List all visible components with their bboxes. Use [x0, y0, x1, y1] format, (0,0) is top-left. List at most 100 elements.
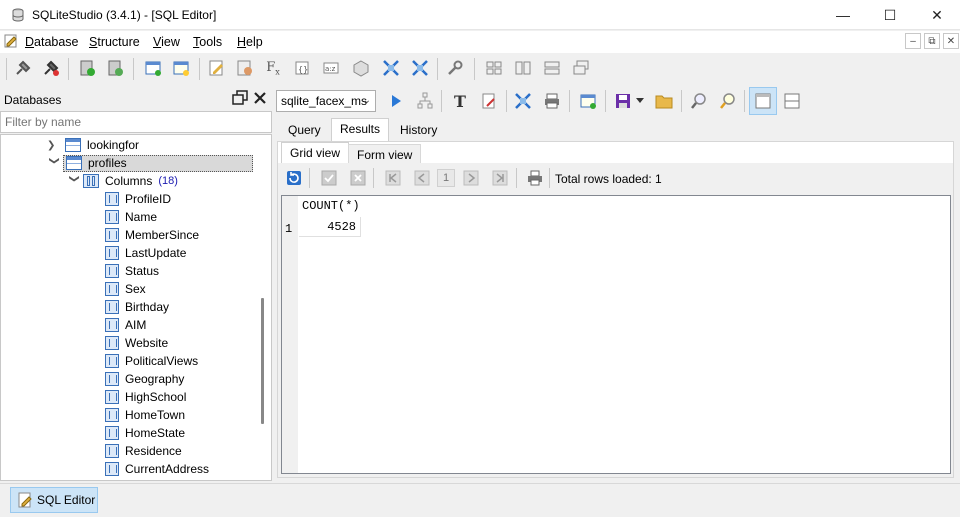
tree-item-column[interactable]: PoliticalViews [105, 352, 198, 370]
create-table-icon[interactable] [142, 57, 164, 79]
explain-query-icon[interactable] [414, 90, 436, 112]
layout-tabbed-icon[interactable] [749, 87, 777, 115]
row-number[interactable]: 1 [285, 222, 292, 236]
last-page-icon[interactable] [490, 168, 510, 188]
tree-item-column[interactable]: HomeState [105, 424, 185, 442]
column-header[interactable]: COUNT(*) [299, 199, 361, 217]
column-label: LastUpdate [125, 246, 187, 260]
tree-item-column[interactable]: Website [105, 334, 168, 352]
find-replace-icon[interactable] [717, 90, 739, 112]
open-sql-editor-icon[interactable] [206, 57, 228, 79]
maximize-button[interactable]: ☐ [867, 0, 913, 30]
menu-structure[interactable]: Structure [89, 35, 140, 49]
mdi-minimize-button[interactable]: – [905, 33, 921, 49]
tree-item-column[interactable]: Geography [105, 370, 184, 388]
tree-item-column[interactable]: AIM [105, 316, 146, 334]
subtab-grid-view[interactable]: Grid view [281, 142, 350, 164]
rollback-icon[interactable] [348, 168, 368, 188]
connect-icon[interactable] [12, 57, 34, 79]
execute-query-icon[interactable] [385, 90, 407, 112]
clear-query-icon[interactable] [478, 90, 500, 112]
first-page-icon[interactable] [383, 168, 403, 188]
database-combo[interactable]: sqlite_facex_ms ⌄ [276, 90, 376, 112]
chevron-down-icon[interactable]: ❯ [69, 174, 80, 188]
previous-page-icon[interactable] [412, 168, 432, 188]
refresh-icon[interactable] [284, 168, 304, 188]
edit-database-icon[interactable] [104, 57, 126, 79]
print-icon[interactable] [541, 90, 563, 112]
tile-horizontal-icon[interactable] [512, 57, 534, 79]
tree-item-column[interactable]: CurrentAddress [105, 460, 209, 478]
tree-item-lookingfor[interactable]: ❯ lookingfor [47, 136, 139, 154]
functions-editor-icon[interactable]: Fx [262, 57, 284, 79]
table-icon [66, 156, 82, 170]
ddl-history-icon[interactable] [234, 57, 256, 79]
tab-results[interactable]: Results [331, 118, 390, 142]
tree-item-column[interactable]: MemberSince [105, 226, 199, 244]
add-database-icon[interactable] [76, 57, 98, 79]
close-button[interactable]: ✕ [914, 0, 960, 30]
extensions-icon[interactable]: a:z [320, 57, 342, 79]
mdi-close-button[interactable]: ✕ [943, 33, 959, 49]
column-label: Sex [125, 282, 146, 296]
float-panel-icon[interactable] [232, 90, 248, 106]
save-dropdown-icon[interactable] [634, 90, 646, 112]
tree-item-column[interactable]: ProfileID [105, 190, 171, 208]
menu-help[interactable]: Help [237, 35, 263, 49]
tree-scrollbar[interactable] [261, 298, 264, 424]
commit-icon[interactable] [319, 168, 339, 188]
tree-item-profiles[interactable]: ❯ profiles [47, 154, 253, 172]
tile-windows-icon[interactable] [483, 57, 505, 79]
tree-item-column[interactable]: Birthday [105, 298, 169, 316]
columns-label: Columns [105, 174, 153, 188]
cascade-windows-icon[interactable] [570, 57, 592, 79]
filter-field[interactable] [0, 111, 272, 133]
menu-view[interactable]: View [153, 35, 180, 49]
column-label: MemberSince [125, 228, 200, 242]
tree-item-column[interactable]: HighSchool [105, 388, 186, 406]
import-icon[interactable] [380, 57, 402, 79]
page-number[interactable]: 1 [437, 169, 455, 187]
chevron-down-icon[interactable]: ❯ [49, 156, 60, 170]
config-icon[interactable] [444, 57, 466, 79]
format-sql-icon[interactable]: T [449, 90, 471, 112]
close-panel-icon[interactable] [252, 90, 268, 106]
window-taskbar: SQL Editor [0, 483, 960, 517]
layout-split-icon[interactable] [781, 90, 803, 112]
next-page-icon[interactable] [461, 168, 481, 188]
tile-vertical-icon[interactable] [541, 57, 563, 79]
tree-item-column[interactable]: LastUpdate [105, 244, 186, 262]
find-icon[interactable] [688, 90, 710, 112]
tree-item-column[interactable]: Residence [105, 442, 182, 460]
minimize-button[interactable]: — [820, 0, 866, 30]
open-sql-file-icon[interactable] [653, 90, 675, 112]
create-view-icon[interactable] [577, 90, 599, 112]
tree-item-column[interactable]: Sex [105, 280, 146, 298]
packages-icon[interactable] [350, 57, 372, 79]
save-sql-icon[interactable] [612, 90, 634, 112]
disconnect-icon[interactable] [40, 57, 62, 79]
edit-table-icon[interactable] [170, 57, 192, 79]
results-grid[interactable]: COUNT(*) 1 4528 [281, 195, 951, 474]
menu-tools[interactable]: Tools [193, 35, 222, 49]
export-icon[interactable] [409, 57, 431, 79]
filter-input[interactable] [1, 112, 271, 132]
collations-editor-icon[interactable]: {} [291, 57, 313, 79]
tree-item-column[interactable]: Status [105, 262, 159, 280]
column-icon [105, 318, 119, 332]
print-results-icon[interactable] [525, 168, 545, 188]
grid-cell[interactable]: 4528 [299, 217, 361, 237]
chevron-right-icon[interactable]: ❯ [47, 140, 61, 151]
tree-item-column[interactable]: Name [105, 208, 157, 226]
tab-history[interactable]: History [392, 120, 445, 140]
menu-database[interactable]: Database [25, 35, 79, 49]
column-icon [105, 210, 119, 224]
tree-item-columns[interactable]: ❯ Columns (18) [67, 172, 178, 190]
tab-query[interactable]: Query [280, 120, 329, 140]
tree-item-column[interactable]: HomeTown [105, 406, 185, 424]
database-tree[interactable]: ❯ lookingfor ❯ profiles ❯ Columns (18) P… [0, 134, 272, 481]
taskbar-item-sql-editor[interactable]: SQL Editor [10, 487, 98, 513]
mdi-restore-button[interactable]: ⧉ [924, 33, 940, 49]
export-results-icon[interactable] [512, 90, 534, 112]
column-label: Geography [125, 372, 185, 386]
